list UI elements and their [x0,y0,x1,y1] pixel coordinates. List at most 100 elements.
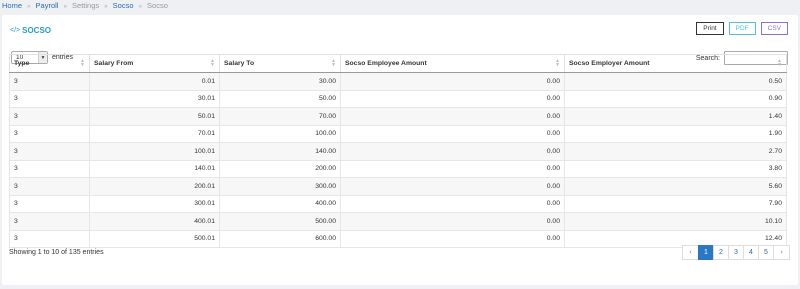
column-header-salary-from[interactable]: Salary From ▲ ▼ [89,54,220,73]
cell-salary-to: 500.00 [219,212,341,231]
table-row: 3 200.01 300.00 0.00 5.60 [9,177,787,196]
cell-type: 3 [9,194,90,213]
breadcrumb-current: Socso [147,1,168,10]
breadcrumb-separator-icon: » [104,4,108,10]
table-info: Showing 1 to 10 of 135 entries [9,249,104,256]
code-icon: </> [10,27,21,34]
column-header-type[interactable]: Type ▲ ▼ [9,54,90,73]
table-row: 3 100.01 140.00 0.00 2.70 [9,142,787,161]
csv-button[interactable]: CSV [760,22,788,35]
column-header-employer-amount[interactable]: Socso Employer Amount ▲ ▼ [564,54,787,73]
cell-salary-to: 140.00 [219,142,341,161]
cell-type: 3 [9,124,90,143]
table-row: 3 50.01 70.00 0.00 1.40 [9,107,787,126]
print-button[interactable]: Print [696,22,724,35]
cell-salary-from: 30.01 [89,89,220,108]
cell-salary-from: 70.01 [89,124,220,143]
cell-employee-amount: 0.00 [340,89,565,108]
cell-salary-to: 30.00 [219,72,341,91]
cell-type: 3 [9,72,90,91]
cell-employee-amount: 0.00 [340,177,565,196]
cell-employee-amount: 0.00 [340,124,565,143]
sort-icon: ▲ ▼ [331,58,336,68]
pagination-page-5[interactable]: 5 [758,245,774,260]
table-row: 3 300.01 400.00 0.00 7.90 [9,194,787,213]
cell-salary-to: 600.00 [219,229,341,248]
sort-icon: ▲ ▼ [555,58,560,68]
cell-type: 3 [9,159,90,178]
table-row: 3 400.01 500.00 0.00 10.10 [9,212,787,231]
cell-type: 3 [9,212,90,231]
sort-icon: ▲ ▼ [80,58,85,68]
column-header-label: Salary From [94,60,134,67]
cell-employer-amount: 0.50 [564,72,787,91]
cell-type: 3 [9,142,90,161]
cell-salary-to: 70.00 [219,107,341,126]
table-row: 3 500.01 600.00 0.00 12.40 [9,229,787,248]
breadcrumb: Home » Payroll » Settings » Socso » Socs… [0,0,800,12]
cell-employee-amount: 0.00 [340,212,565,231]
column-header-label: Socso Employee Amount [345,60,427,67]
cell-salary-from: 140.01 [89,159,220,178]
cell-type: 3 [9,89,90,108]
cell-type: 3 [9,229,90,248]
cell-employer-amount: 3.80 [564,159,787,178]
breadcrumb-payroll[interactable]: Payroll [36,1,59,10]
card-title-text: SOCSO [22,26,52,35]
pagination-page-2[interactable]: 2 [713,245,729,260]
cell-salary-from: 300.01 [89,194,220,213]
cell-type: 3 [9,177,90,196]
sort-icon: ▲ ▼ [210,58,215,68]
pdf-button[interactable]: PDF [728,22,756,35]
cell-salary-from: 400.01 [89,212,220,231]
export-buttons: Print PDF CSV [696,22,788,35]
pagination-page-3[interactable]: 3 [728,245,744,260]
table-row: 3 140.01 200.00 0.00 3.80 [9,159,787,178]
table-row: 3 0.01 30.00 0.00 0.50 [9,72,787,91]
column-header-employee-amount[interactable]: Socso Employee Amount ▲ ▼ [340,54,565,73]
breadcrumb-separator-icon: » [27,4,31,10]
cell-salary-to: 200.00 [219,159,341,178]
breadcrumb-socso-link[interactable]: Socso [113,1,134,10]
cell-employee-amount: 0.00 [340,72,565,91]
cell-salary-to: 400.00 [219,194,341,213]
cell-salary-from: 500.01 [89,229,220,248]
column-header-label: Salary To [224,60,255,67]
column-header-salary-to[interactable]: Salary To ▲ ▼ [219,54,341,73]
sort-icon: ▲ ▼ [777,58,782,68]
cell-employee-amount: 0.00 [340,159,565,178]
pagination-page-1[interactable]: 1 [698,245,714,260]
pagination-next-button[interactable]: › [773,245,790,260]
cell-salary-to: 100.00 [219,124,341,143]
cell-salary-from: 50.01 [89,107,220,126]
pagination: ‹ 1 2 3 4 5 › [682,245,790,260]
cell-employee-amount: 0.00 [340,107,565,126]
table-header-row: Type ▲ ▼ Salary From ▲ ▼ Salary To ▲ ▼ Socso E… [9,54,787,73]
cell-employer-amount: 10.10 [564,212,787,231]
cell-salary-from: 100.01 [89,142,220,161]
cell-employer-amount: 1.40 [564,107,787,126]
cell-salary-from: 200.01 [89,177,220,196]
cell-employer-amount: 1.90 [564,124,787,143]
cell-type: 3 [9,107,90,126]
pagination-prev-button[interactable]: ‹ [682,245,699,260]
cell-employer-amount: 5.60 [564,177,787,196]
cell-salary-to: 50.00 [219,89,341,108]
cell-employer-amount: 2.70 [564,142,787,161]
breadcrumb-separator-icon: » [63,4,67,10]
column-header-label: Socso Employer Amount [569,60,650,67]
column-header-label: Type [14,60,30,67]
breadcrumb-home[interactable]: Home [2,1,22,10]
cell-employer-amount: 7.90 [564,194,787,213]
pagination-page-4[interactable]: 4 [743,245,759,260]
breadcrumb-separator-icon: » [138,4,142,10]
cell-employee-amount: 0.00 [340,142,565,161]
breadcrumb-settings: Settings [72,1,100,10]
cell-employee-amount: 0.00 [340,194,565,213]
card-title: </> SOCSO [10,26,51,35]
table-row: 3 70.01 100.00 0.00 1.90 [9,124,787,143]
cell-salary-to: 300.00 [219,177,341,196]
cell-salary-from: 0.01 [89,72,220,91]
table-row: 3 30.01 50.00 0.00 0.90 [9,89,787,108]
cell-employer-amount: 0.90 [564,89,787,108]
